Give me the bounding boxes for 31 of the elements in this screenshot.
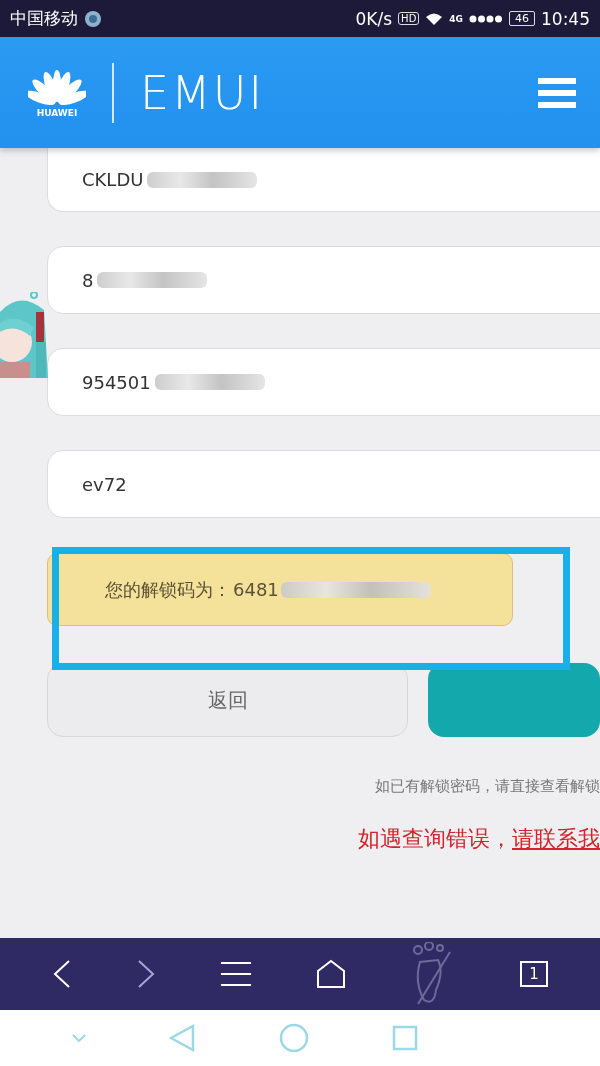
input-field[interactable]: CKLDU <box>47 148 600 212</box>
input-field[interactable]: 954501 <box>47 348 600 416</box>
forward-icon[interactable] <box>136 959 156 989</box>
field-value: 954501 <box>82 371 151 393</box>
unlock-code-label: 您的解锁码为： <box>105 577 231 602</box>
chevron-down-icon[interactable] <box>71 1034 86 1042</box>
petal-logo-icon <box>28 67 86 106</box>
contact-link[interactable]: 请联系我 <box>512 824 600 854</box>
field-value: ev72 <box>82 473 127 495</box>
back-icon[interactable] <box>52 959 72 989</box>
error-note: 如遇查询错误， <box>358 825 512 853</box>
field-value: 8 <box>82 269 94 291</box>
hint-text: 如已有解锁密码，请直接查看解锁 <box>374 777 600 796</box>
input-field[interactable]: 8 <box>47 246 600 314</box>
network-speed: 0K/s <box>355 8 393 29</box>
wifi-icon <box>425 11 444 26</box>
field-value: CKLDU <box>82 169 144 190</box>
clock: 10:45 <box>541 8 590 29</box>
signal-icon <box>469 14 503 23</box>
site-title: EMUI <box>140 65 265 120</box>
tab-count[interactable]: 1 <box>520 961 548 987</box>
network-type: 4G <box>449 13 463 24</box>
globe-icon <box>84 9 102 28</box>
brand-name: HUAWEI <box>36 107 78 118</box>
unlock-code: 6481 <box>233 579 279 600</box>
hd-badge: HD <box>398 12 420 25</box>
input-field[interactable]: ev72 <box>47 450 600 518</box>
menu-icon[interactable] <box>220 960 252 988</box>
battery-indicator: 46 <box>509 11 535 26</box>
carrier-name: 中国移动 <box>10 7 78 30</box>
recents-icon[interactable] <box>392 1025 419 1051</box>
